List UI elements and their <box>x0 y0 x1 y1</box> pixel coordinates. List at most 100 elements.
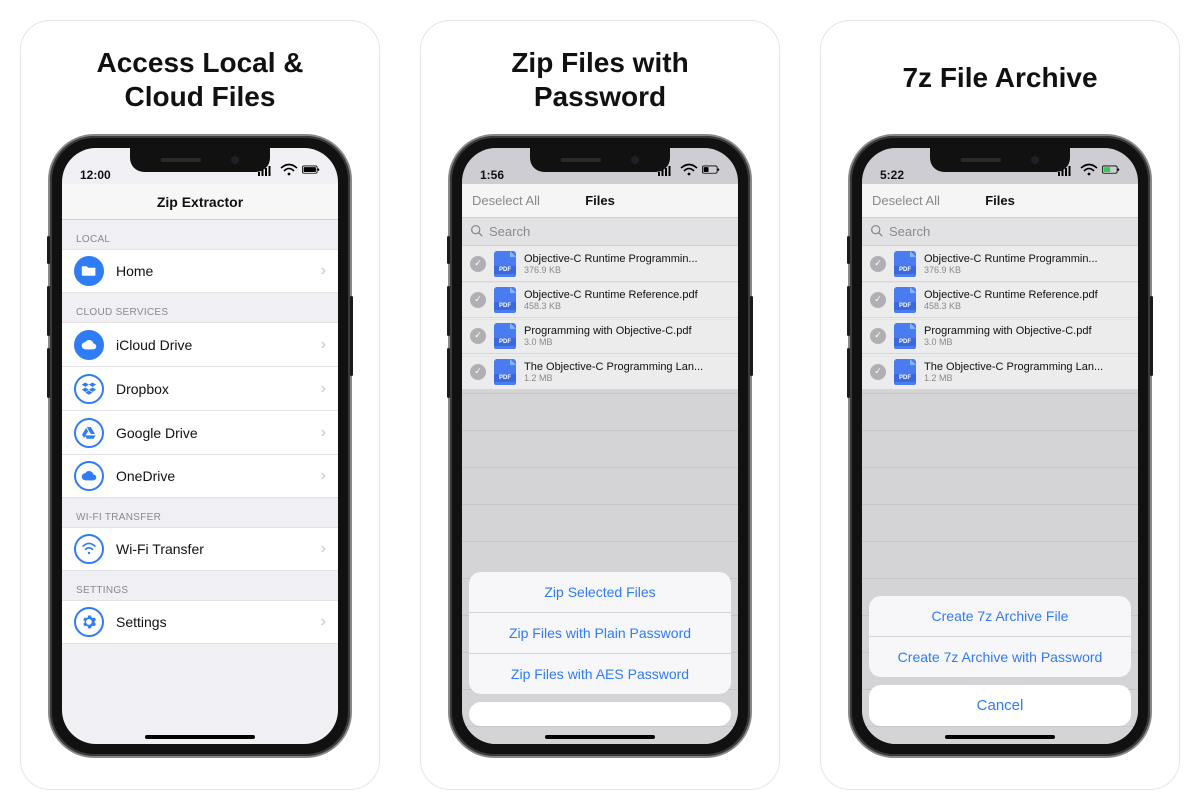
search-icon <box>870 224 883 240</box>
phone-mockup-1: 12:00 Zip Extractor LOCAL <box>50 136 350 756</box>
icloud-icon <box>74 330 104 360</box>
pdf-icon <box>494 323 516 349</box>
search-input[interactable]: Search <box>462 218 738 246</box>
headline-1-line1: Access Local & <box>97 47 304 78</box>
headline-1-line2: Cloud Files <box>125 81 276 112</box>
chevron-right-icon: › <box>321 262 326 280</box>
headline-2: Zip Files with Password <box>501 46 698 126</box>
file-row[interactable]: The Objective-C Programming Lan...1.2 MB <box>862 354 1138 390</box>
action-zip-plain-password[interactable]: Zip Files with Plain Password <box>469 612 731 653</box>
battery-icon <box>702 161 720 182</box>
gear-icon <box>74 607 104 637</box>
file-size: 376.9 KB <box>924 265 1130 275</box>
file-name: Programming with Objective-C.pdf <box>924 325 1130 337</box>
row-gdrive[interactable]: Google Drive › <box>62 410 338 454</box>
file-row[interactable]: Objective-C Runtime Reference.pdf458.3 K… <box>462 282 738 318</box>
row-wifi[interactable]: Wi-Fi Transfer › <box>62 527 338 571</box>
search-placeholder: Search <box>489 224 530 239</box>
check-icon <box>470 256 486 272</box>
pdf-icon <box>894 287 916 313</box>
action-zip-aes-password[interactable]: Zip Files with AES Password <box>469 653 731 694</box>
phone-mockup-3: 5:22 Deselect All Files Search <box>850 136 1150 756</box>
row-settings[interactable]: Settings › <box>62 600 338 644</box>
deselect-all-button[interactable]: Deselect All <box>872 193 940 208</box>
file-size: 1.2 MB <box>524 373 730 383</box>
action-create-7z-password[interactable]: Create 7z Archive with Password <box>869 636 1131 677</box>
row-icloud-label: iCloud Drive <box>116 337 309 353</box>
file-size: 458.3 KB <box>924 301 1130 311</box>
chevron-right-icon: › <box>321 467 326 485</box>
row-gdrive-label: Google Drive <box>116 425 309 441</box>
row-settings-label: Settings <box>116 614 309 630</box>
check-icon <box>870 364 886 380</box>
check-icon <box>470 364 486 380</box>
action-create-7z[interactable]: Create 7z Archive File <box>869 596 1131 636</box>
chevron-right-icon: › <box>321 380 326 398</box>
file-name: The Objective-C Programming Lan... <box>924 361 1130 373</box>
row-onedrive-label: OneDrive <box>116 468 309 484</box>
check-icon <box>870 256 886 272</box>
row-dropbox[interactable]: Dropbox › <box>62 366 338 410</box>
row-home-label: Home <box>116 263 309 279</box>
file-name: Objective-C Runtime Programmin... <box>524 253 730 265</box>
navbar-title: Zip Extractor <box>62 184 338 220</box>
row-icloud[interactable]: iCloud Drive › <box>62 322 338 366</box>
file-row[interactable]: Objective-C Runtime Programmin...376.9 K… <box>462 246 738 282</box>
row-onedrive[interactable]: OneDrive › <box>62 454 338 498</box>
section-cloud: CLOUD SERVICES <box>62 293 338 322</box>
dropbox-icon <box>74 374 104 404</box>
wifi-icon <box>680 161 698 182</box>
chevron-right-icon: › <box>321 424 326 442</box>
file-row[interactable]: The Objective-C Programming Lan...1.2 MB <box>462 354 738 390</box>
status-time: 1:56 <box>480 168 504 182</box>
action-cancel[interactable] <box>469 702 731 726</box>
status-time: 12:00 <box>80 168 111 182</box>
wifi-icon <box>280 161 298 182</box>
action-zip-selected[interactable]: Zip Selected Files <box>469 572 731 612</box>
file-size: 3.0 MB <box>924 337 1130 347</box>
file-name: Programming with Objective-C.pdf <box>524 325 730 337</box>
panel-zip-password: Zip Files with Password 1:56 Deselect Al… <box>420 20 780 790</box>
row-home[interactable]: Home › <box>62 249 338 293</box>
file-row[interactable]: Programming with Objective-C.pdf3.0 MB <box>462 318 738 354</box>
check-icon <box>470 292 486 308</box>
navbar-title: Files <box>585 193 615 208</box>
headline-1: Access Local & Cloud Files <box>87 46 314 126</box>
folder-icon <box>74 256 104 286</box>
google-drive-icon <box>74 418 104 448</box>
phone-mockup-2: 1:56 Deselect All Files Search <box>450 136 750 756</box>
action-sheet-7z: Create 7z Archive File Create 7z Archive… <box>869 596 1131 726</box>
search-placeholder: Search <box>889 224 930 239</box>
panel-7z-archive: 7z File Archive 5:22 Deselect All Files <box>820 20 1180 790</box>
file-size: 458.3 KB <box>524 301 730 311</box>
chevron-right-icon: › <box>321 613 326 631</box>
action-cancel[interactable]: Cancel <box>869 685 1131 726</box>
pdf-icon <box>894 359 916 385</box>
search-input[interactable]: Search <box>862 218 1138 246</box>
wifi-transfer-icon <box>74 534 104 564</box>
file-row[interactable]: Programming with Objective-C.pdf3.0 MB <box>862 318 1138 354</box>
deselect-all-button[interactable]: Deselect All <box>472 193 540 208</box>
pdf-icon <box>494 251 516 277</box>
pdf-icon <box>494 287 516 313</box>
headline-2-line1: Zip Files with <box>511 47 688 78</box>
chevron-right-icon: › <box>321 336 326 354</box>
battery-icon <box>302 161 320 182</box>
file-size: 3.0 MB <box>524 337 730 347</box>
navbar-title: Files <box>985 193 1015 208</box>
status-time: 5:22 <box>880 168 904 182</box>
file-row[interactable]: Objective-C Runtime Programmin...376.9 K… <box>862 246 1138 282</box>
headline-2-line2: Password <box>534 81 666 112</box>
file-name: Objective-C Runtime Reference.pdf <box>924 289 1130 301</box>
headline-3: 7z File Archive <box>892 46 1107 126</box>
file-size: 376.9 KB <box>524 265 730 275</box>
check-icon <box>870 292 886 308</box>
section-wifi: WI-FI TRANSFER <box>62 498 338 527</box>
pdf-icon <box>894 251 916 277</box>
file-name: Objective-C Runtime Programmin... <box>924 253 1130 265</box>
row-dropbox-label: Dropbox <box>116 381 309 397</box>
panel-access-local-cloud: Access Local & Cloud Files 12:00 <box>20 20 380 790</box>
file-row[interactable]: Objective-C Runtime Reference.pdf458.3 K… <box>862 282 1138 318</box>
file-name: Objective-C Runtime Reference.pdf <box>524 289 730 301</box>
battery-icon <box>1102 161 1120 182</box>
